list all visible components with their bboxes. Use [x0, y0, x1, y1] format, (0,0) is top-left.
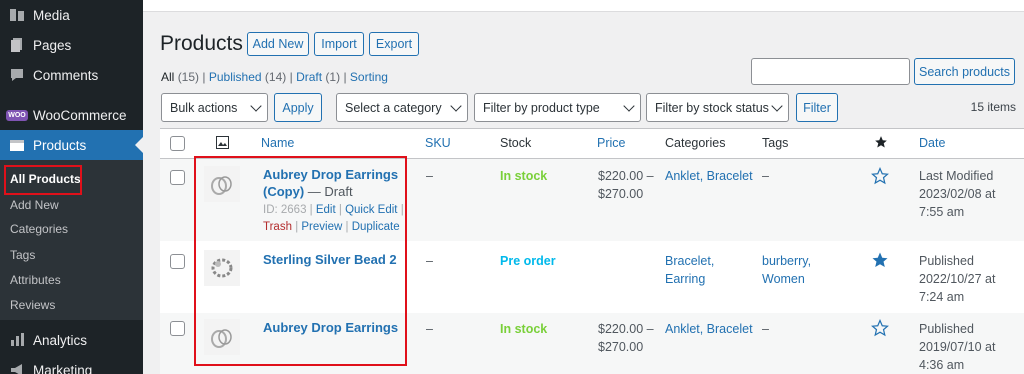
page-title: Products [160, 32, 243, 55]
row-checkbox[interactable] [170, 321, 185, 336]
sku-cell: – [426, 254, 433, 268]
stock-status-select[interactable]: Filter by stock status [646, 93, 789, 122]
price-cell: $220.00 – $270.00 [598, 169, 654, 201]
view-filters: All (15) | Published (14) | Draft (1) | … [161, 70, 388, 84]
image-column-icon [216, 136, 229, 152]
sidebar-item-label: Products [33, 137, 87, 153]
chevron-down-icon [250, 100, 262, 112]
pages-icon [8, 36, 26, 54]
row-checkbox[interactable] [170, 254, 185, 269]
search-products-button[interactable]: Search products [914, 58, 1015, 85]
column-stock: Stock [500, 136, 532, 150]
chevron-down-icon [623, 100, 635, 112]
select-all-checkbox[interactable] [170, 136, 185, 151]
sku-cell: – [426, 169, 433, 183]
apply-button[interactable]: Apply [274, 93, 322, 122]
submenu-reviews[interactable]: Reviews [0, 293, 55, 317]
tags-cell: – [762, 169, 769, 183]
featured-star-icon[interactable] [871, 251, 889, 269]
chevron-down-icon [771, 100, 783, 112]
column-date[interactable]: Date [919, 136, 945, 150]
import-button[interactable]: Import [314, 32, 364, 56]
woocommerce-icon: WOO [6, 109, 28, 121]
search-input[interactable] [751, 58, 910, 85]
submenu-categories[interactable]: Categories [0, 217, 68, 241]
date-cell: Published 2022/10/27 at 7:24 am [919, 254, 996, 304]
comments-icon [8, 66, 26, 84]
add-new-button[interactable]: Add New [247, 32, 309, 56]
submenu-tags[interactable]: Tags [0, 243, 35, 267]
column-categories: Categories [665, 136, 726, 150]
view-all[interactable]: All [161, 70, 174, 84]
stock-status: In stock [500, 169, 548, 183]
products-icon [8, 136, 26, 154]
sidebar-item-marketing[interactable]: Marketing [0, 355, 143, 374]
categories-cell[interactable]: Bracelet, Earring [665, 252, 714, 288]
date-cell: Published 2019/07/10 at 4:36 am [919, 322, 996, 372]
sidebar-item-label: Analytics [33, 332, 88, 348]
view-draft[interactable]: Draft [296, 70, 322, 84]
media-icon [8, 6, 26, 24]
featured-column-star-icon[interactable] [874, 135, 892, 153]
sku-cell: – [426, 322, 433, 336]
sidebar-item-analytics[interactable]: Analytics [0, 325, 143, 355]
sidebar-item-media[interactable]: Media [0, 0, 143, 30]
categories-cell[interactable]: Anklet, Bracelet [665, 320, 753, 338]
date-cell: Last Modified 2023/02/08 at 7:55 am [919, 169, 996, 219]
analytics-icon [8, 331, 26, 349]
sidebar-item-label: WooCommerce [33, 107, 127, 123]
sidebar-item-pages[interactable]: Pages [0, 30, 143, 60]
categories-cell[interactable]: Anklet, Bracelet [665, 167, 753, 185]
row-checkbox[interactable] [170, 170, 185, 185]
stock-status: In stock [500, 322, 548, 336]
chevron-down-icon [450, 100, 462, 112]
stock-status: Pre order [500, 254, 556, 268]
sidebar-item-products[interactable]: Products [0, 130, 143, 160]
sidebar-item-comments[interactable]: Comments [0, 60, 143, 90]
bulk-actions-select[interactable]: Bulk actions [161, 93, 268, 122]
tags-cell[interactable]: burberry, Women [762, 252, 811, 288]
featured-star-icon[interactable] [871, 166, 889, 185]
tags-cell: – [762, 322, 769, 336]
column-name[interactable]: Name [261, 136, 294, 150]
product-rows-highlight [194, 156, 407, 366]
table-header: Name SKU Stock Price Categories Tags Dat… [160, 129, 1024, 159]
view-published[interactable]: Published [209, 70, 262, 84]
category-select[interactable]: Select a category [336, 93, 468, 122]
featured-star-icon[interactable] [871, 318, 889, 337]
sidebar-item-woocommerce[interactable]: WOO WooCommerce [0, 100, 143, 130]
marketing-icon [8, 361, 26, 374]
price-cell: $220.00 – $270.00 [598, 322, 654, 354]
product-type-select[interactable]: Filter by product type [474, 93, 641, 122]
column-sku[interactable]: SKU [425, 136, 451, 150]
sidebar-item-label: Pages [33, 37, 72, 53]
column-tags: Tags [762, 136, 789, 150]
column-price[interactable]: Price [597, 136, 625, 150]
view-sorting[interactable]: Sorting [350, 70, 388, 84]
submenu-add-new[interactable]: Add New [0, 193, 59, 217]
sidebar-item-label: Media [33, 7, 70, 23]
sidebar-item-label: Comments [33, 67, 99, 83]
export-button[interactable]: Export [369, 32, 419, 56]
top-strip [143, 0, 1024, 12]
submenu-attributes[interactable]: Attributes [0, 268, 61, 292]
filter-button[interactable]: Filter [796, 93, 838, 122]
items-count: 15 items [970, 100, 1016, 114]
sidebar-item-label: Marketing [33, 362, 93, 374]
all-products-highlight [4, 165, 82, 195]
